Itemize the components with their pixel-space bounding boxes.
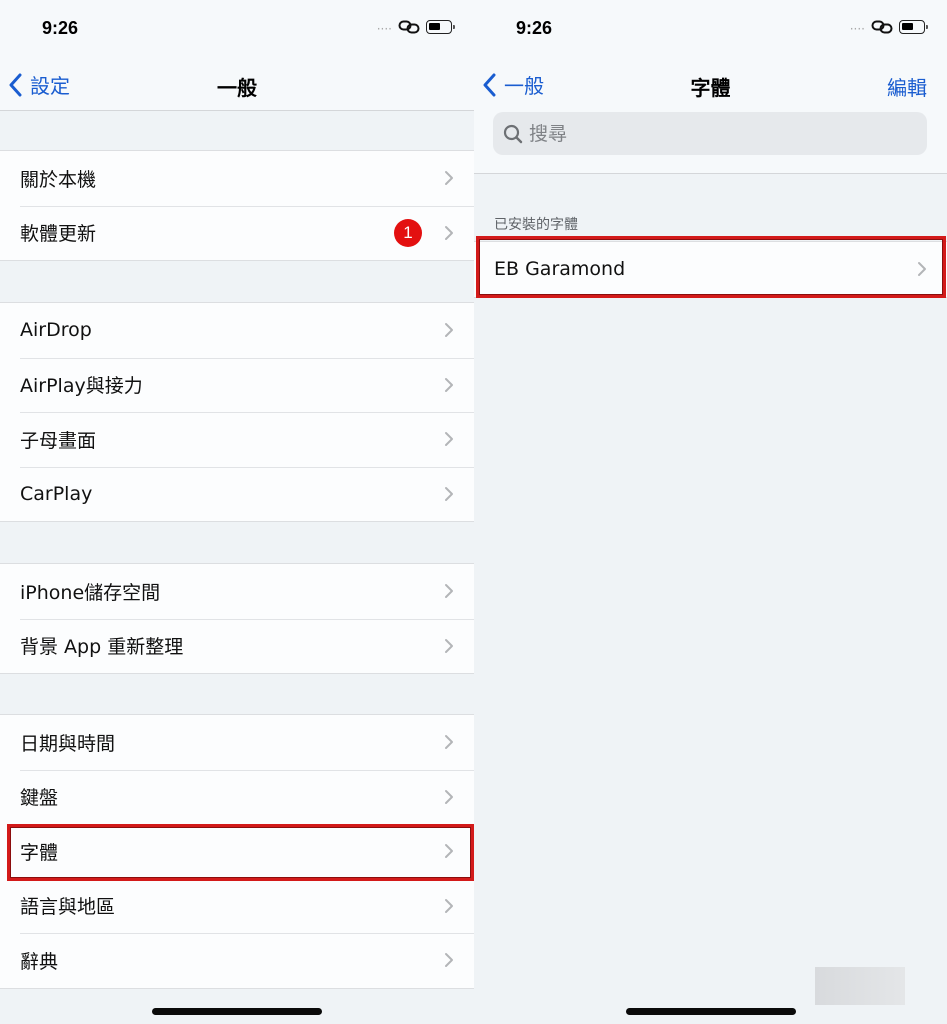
search-area	[474, 110, 947, 173]
row-airplay-handoff[interactable]: AirPlay與接力	[0, 357, 474, 413]
status-bar: 9:26 ····	[474, 0, 947, 60]
row-fonts[interactable]: 字體	[0, 824, 474, 879]
row-label: 背景 App 重新整理	[20, 636, 184, 659]
chevron-right-icon	[445, 323, 453, 338]
divider	[0, 110, 474, 111]
font-label: EB Garamond	[494, 258, 626, 281]
chevron-right-icon	[445, 844, 453, 859]
page-title: 字體	[690, 76, 731, 100]
home-indicator[interactable]	[625, 1008, 796, 1015]
divider	[474, 173, 947, 174]
status-time: 9:26	[42, 18, 79, 38]
row-airdrop[interactable]: AirDrop	[0, 303, 474, 358]
row-background-app-refresh[interactable]: 背景 App 重新整理	[0, 618, 474, 674]
link-icon	[871, 20, 893, 34]
row-label: 辭典	[20, 950, 59, 973]
row-label: 日期與時間	[20, 732, 116, 755]
fonts-screen: 9:26 ···· 一般 字體 編輯 已安裝的字體 EB Garamond	[474, 0, 947, 1024]
chevron-left-icon	[483, 73, 496, 96]
chevron-right-icon	[445, 789, 453, 804]
chevron-left-icon	[9, 73, 22, 96]
back-button[interactable]: 設定	[8, 70, 70, 99]
back-label: 設定	[30, 74, 70, 98]
search-field[interactable]	[493, 112, 927, 155]
navigation-bar: 設定 一般	[0, 60, 474, 110]
general-settings-screen: 9:26 ···· 設定 一般 關於本機 軟體更新 1 AirDrop AirP…	[0, 0, 474, 1024]
chevron-right-icon	[445, 953, 453, 968]
font-item-eb-garamond[interactable]: EB Garamond	[474, 242, 947, 297]
section-header-installed-fonts: 已安裝的字體	[494, 217, 578, 233]
battery-icon	[426, 20, 455, 34]
chevron-right-icon	[445, 898, 453, 913]
row-label: iPhone儲存空間	[20, 581, 161, 604]
chevron-right-icon	[918, 262, 926, 277]
back-label: 一般	[504, 74, 544, 98]
signal-dots-icon: ····	[376, 22, 392, 36]
navigation-bar: 一般 字體 編輯	[474, 60, 947, 110]
row-label: 鍵盤	[20, 787, 59, 810]
chevron-right-icon	[445, 432, 453, 447]
link-icon	[398, 20, 420, 34]
status-icons: ····	[376, 20, 455, 36]
row-label: 軟體更新	[20, 223, 97, 246]
chevron-right-icon	[445, 486, 453, 501]
chevron-right-icon	[445, 735, 453, 750]
back-button[interactable]: 一般	[482, 70, 544, 99]
settings-group-about: 關於本機 軟體更新 1	[0, 150, 474, 261]
edit-button[interactable]: 編輯	[887, 72, 927, 101]
home-indicator[interactable]	[152, 1008, 322, 1015]
settings-group-language: 日期與時間 鍵盤 字體 語言與地區 辭典	[0, 714, 474, 989]
notification-badge: 1	[394, 218, 422, 247]
row-language-region[interactable]: 語言與地區	[0, 878, 474, 934]
row-picture-in-picture[interactable]: 子母畫面	[0, 412, 474, 467]
row-iphone-storage[interactable]: iPhone儲存空間	[0, 564, 474, 619]
chevron-right-icon	[445, 377, 453, 392]
row-label: AirDrop	[20, 319, 92, 342]
row-label: 字體	[20, 841, 59, 864]
search-input[interactable]	[529, 122, 869, 145]
row-dictionary[interactable]: 辭典	[0, 933, 474, 988]
chevron-right-icon	[445, 638, 453, 653]
row-about[interactable]: 關於本機	[0, 151, 474, 206]
row-label: 語言與地區	[20, 896, 116, 919]
settings-group-storage: iPhone儲存空間 背景 App 重新整理	[0, 563, 474, 674]
chevron-right-icon	[445, 584, 453, 599]
watermark-blur	[815, 967, 905, 1005]
chevron-right-icon	[445, 225, 453, 240]
row-label: 子母畫面	[20, 429, 97, 452]
search-icon	[503, 124, 523, 143]
row-keyboard[interactable]: 鍵盤	[0, 769, 474, 825]
signal-dots-icon: ····	[849, 22, 865, 36]
row-label: CarPlay	[20, 482, 93, 505]
row-label: 關於本機	[20, 168, 97, 191]
row-software-update[interactable]: 軟體更新 1	[0, 205, 474, 261]
battery-icon	[899, 20, 928, 34]
page-title: 一般	[217, 76, 257, 100]
installed-fonts-list: EB Garamond	[474, 241, 947, 298]
row-label: AirPlay與接力	[20, 375, 143, 398]
status-bar: 9:26 ····	[0, 0, 474, 60]
row-carplay[interactable]: CarPlay	[0, 466, 474, 522]
chevron-right-icon	[445, 171, 453, 186]
row-date-time[interactable]: 日期與時間	[0, 715, 474, 770]
settings-group-connectivity: AirDrop AirPlay與接力 子母畫面 CarPlay	[0, 302, 474, 522]
status-icons: ····	[849, 20, 928, 36]
status-time: 9:26	[516, 18, 553, 38]
